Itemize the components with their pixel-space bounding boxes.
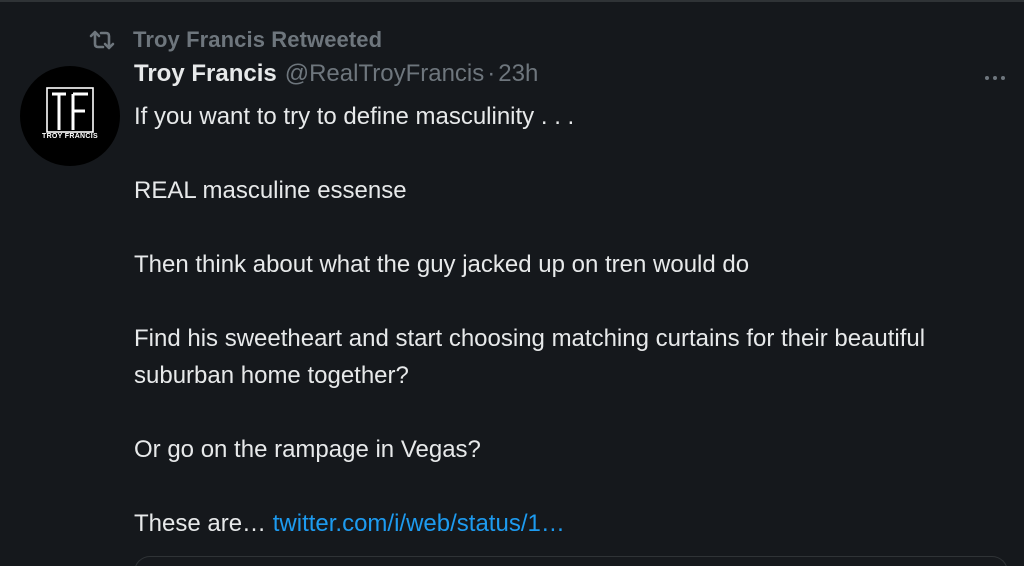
more-options-button[interactable]	[980, 66, 1010, 90]
tweet-link[interactable]: twitter.com/i/web/status/1…	[273, 510, 565, 537]
retweet-icon	[88, 29, 116, 51]
tweet-timestamp[interactable]: 23h	[498, 60, 538, 88]
avatar[interactable]: TROY FRANCIS	[20, 66, 120, 166]
tweet-paragraph: Then think about what the guy jacked up …	[134, 251, 750, 278]
tweet-paragraph: Find his sweetheart and start choosing m…	[134, 325, 926, 389]
top-divider	[0, 0, 1024, 2]
author-display-name[interactable]: Troy Francis	[134, 60, 277, 88]
retweet-banner-text: Troy Francis Retweeted	[133, 27, 383, 52]
tweet-paragraph: Or go on the rampage in Vegas?	[134, 436, 481, 463]
tweet-header: Troy Francis @RealTroyFrancis · 23h	[134, 60, 538, 94]
retweet-banner[interactable]: Troy Francis Retweeted	[88, 27, 382, 53]
tweet-text: If you want to try to define masculinity…	[134, 98, 974, 542]
tweet-paragraph: REAL masculine essense	[134, 177, 407, 204]
link-card-preview[interactable]	[134, 556, 1008, 566]
avatar-caption: TROY FRANCIS	[42, 133, 98, 140]
more-horizontal-icon	[985, 76, 1005, 80]
tweet-paragraph: If you want to try to define masculinity…	[134, 103, 575, 130]
header-separator: ·	[487, 60, 496, 87]
author-handle[interactable]: @RealTroyFrancis	[285, 60, 485, 88]
avatar-logo	[46, 87, 94, 133]
truncated-text: These are…	[134, 510, 267, 537]
tweet-last-line: These are… twitter.com/i/web/status/1…	[134, 505, 974, 542]
